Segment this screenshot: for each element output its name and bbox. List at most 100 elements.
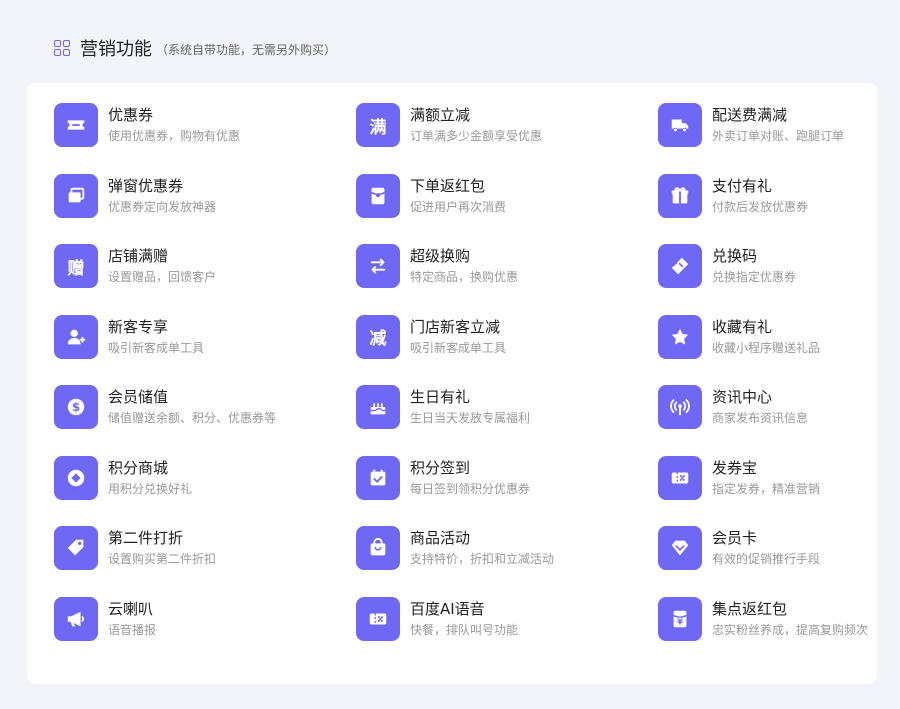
feature-text: 收藏有礼收藏小程序赠送礼品 <box>712 317 820 357</box>
feature-text: 生日有礼生日当天发放专属福利 <box>410 387 530 427</box>
feature-item[interactable]: 发券宝指定发券，精准营销 <box>658 455 858 527</box>
feature-desc: 吸引新客成单工具 <box>108 340 205 355</box>
broadcast-antenna-icon <box>658 385 702 429</box>
feature-text: 门店新客立减 吸引新客成单工具 <box>410 317 506 357</box>
feature-item[interactable]: 百度AI语音快餐，排队叫号功能 <box>356 596 658 668</box>
feature-title: 收藏有礼 <box>712 317 773 336</box>
feature-desc: 促进用户再次消费 <box>410 199 507 214</box>
gift-box-icon <box>658 173 702 218</box>
feature-desc: 使用优惠券，购物有优惠 <box>108 129 241 143</box>
feature-desc: 收藏小程序赠送礼品 <box>712 340 821 355</box>
page-subtitle: （系统自带功能，无需另外购买） <box>156 43 337 57</box>
page-title: 营销功能 <box>80 39 152 60</box>
add-user-icon <box>54 314 98 359</box>
feature-item[interactable]: 下单返红包 促进用户再次消费 <box>356 173 658 245</box>
feature-text: 积分签到 每日签到领积分优惠券 <box>410 458 530 498</box>
feature-item[interactable]: ¥ 集点返红包忠实粉丝养成，提高复购频次 <box>658 596 868 668</box>
grid-icon <box>54 39 71 57</box>
feature-desc: 每日签到领积分优惠券 <box>410 481 531 496</box>
feature-item[interactable]: 优惠券使用优惠券，购物有优惠 <box>54 103 356 174</box>
feature-item[interactable]: 积分商城用积分兑换好礼 <box>54 455 356 527</box>
feature-text: 超级换购 特定商品，换购优惠 <box>410 246 518 286</box>
feature-title: 会员储值 <box>108 388 169 406</box>
feature-title: 兑换码 <box>712 247 758 265</box>
feature-item[interactable]: 商品活动支持特价，折扣和立减活动 <box>356 526 658 597</box>
feature-text: 满额立减 订单满多少金额享受优惠 <box>410 105 542 145</box>
feature-text: 集点返红包忠实粉丝养成，提高复购频次 <box>712 599 868 639</box>
feature-item[interactable]: 第二件打折 设置购买第二件折扣 <box>54 526 356 597</box>
feature-item[interactable]: 新客专享 吸引新客成单工具 <box>54 314 356 386</box>
feature-title: 弹窗优惠券 <box>108 176 184 195</box>
feature-desc: 语音播报 <box>108 622 157 637</box>
feature-desc: 商家发布资讯信息 <box>712 411 809 425</box>
feature-desc: 订单满多少金额享受优惠 <box>410 129 543 143</box>
feature-desc: 设置赠品，回馈客户 <box>108 270 217 284</box>
feature-item[interactable]: 配送费满减 外卖订单对账、跑腿订单 <box>658 103 858 174</box>
feature-item[interactable]: 赠店铺满赠 设置赠品，回馈客户 <box>54 244 356 315</box>
feature-item[interactable]: 弹窗优惠券 优惠券定向发放神器 <box>54 173 356 245</box>
feature-desc: 储值赠送余额、积分、优惠券等 <box>108 411 277 425</box>
feature-title: 集点返红包 <box>712 599 788 618</box>
feature-title: 积分商城 <box>108 458 169 477</box>
svg-text:¥: ¥ <box>677 616 683 626</box>
feature-text: 新客专享 吸引新客成单工具 <box>108 317 204 357</box>
dollar-coin-icon: $ <box>54 385 98 429</box>
feature-title: 百度AI语音 <box>410 599 485 618</box>
feature-desc: 生日当天发放专属福利 <box>410 411 531 425</box>
features-panel: 优惠券使用优惠券，购物有优惠 满满额立减 订单满多少金额享受优惠 配送费满减 外卖订单对… <box>27 83 877 684</box>
feature-item[interactable]: 满满额立减 订单满多少金额享受优惠 <box>356 103 658 174</box>
feature-title: 生日有礼 <box>410 388 471 406</box>
feature-item[interactable]: $ 会员储值储值赠送余额、积分、优惠券等 <box>54 385 356 456</box>
feature-item[interactable]: 收藏有礼收藏小程序赠送礼品 <box>658 314 858 386</box>
feature-item[interactable]: 云喇叭 语音播报 <box>54 596 356 668</box>
feature-desc: 忠实粉丝养成，提高复购频次 <box>712 622 869 637</box>
ai-voice-icon <box>356 596 400 641</box>
feature-desc: 支持特价，折扣和立减活动 <box>410 552 555 566</box>
feature-text: 弹窗优惠券 优惠券定向发放神器 <box>108 176 216 216</box>
feature-item[interactable]: 会员卡 有效的促销推行手段 <box>658 526 858 597</box>
feature-item[interactable]: 减门店新客立减 吸引新客成单工具 <box>356 314 658 386</box>
feature-text: 店铺满赠设置赠品，回馈客户 <box>108 246 216 286</box>
feature-title: 店铺满赠 <box>108 247 169 265</box>
feature-item[interactable]: 积分签到 每日签到领积分优惠券 <box>356 455 658 527</box>
star-icon <box>658 314 702 359</box>
feature-title: 资讯中心 <box>712 388 773 406</box>
feature-text: 支付有礼付款后发放优惠券 <box>712 176 808 216</box>
feature-desc: 设置购买第二件折扣 <box>108 552 217 566</box>
feature-item[interactable]: 资讯中心商家发布资讯信息 <box>658 385 858 456</box>
birthday-cake-icon <box>356 385 400 429</box>
feature-item[interactable]: 超级换购 特定商品，换购优惠 <box>356 244 658 315</box>
feature-item[interactable]: 兑换码 兑换指定优惠券 <box>658 244 858 315</box>
shopping-bag-icon <box>356 526 400 570</box>
full-reduction-icon: 满 <box>356 103 400 147</box>
feature-text: 配送费满减 外卖订单对账、跑腿订单 <box>712 105 844 145</box>
vip-diamond-icon <box>658 526 702 570</box>
feature-title: 优惠券 <box>108 106 154 124</box>
feature-text: 发券宝指定发券，精准营销 <box>712 458 820 498</box>
feature-title: 支付有礼 <box>712 176 773 195</box>
feature-item[interactable]: 支付有礼付款后发放优惠券 <box>658 173 858 245</box>
feature-text: 商品活动支持特价，折扣和立减活动 <box>410 528 554 568</box>
feature-text: 优惠券使用优惠券，购物有优惠 <box>108 105 240 145</box>
feature-text: 资讯中心商家发布资讯信息 <box>712 387 808 427</box>
features-grid: 优惠券使用优惠券，购物有优惠 满满额立减 订单满多少金额享受优惠 配送费满减 外卖订单对… <box>54 103 868 668</box>
feature-desc: 指定发券，精准营销 <box>712 481 821 496</box>
svg-text:$: $ <box>72 400 80 414</box>
page-header: 营销功能 （系统自带功能，无需另外购买） <box>54 36 336 60</box>
delivery-truck-icon <box>658 103 702 147</box>
feature-text: 兑换码 兑换指定优惠券 <box>712 246 796 286</box>
feature-text: 会员储值储值赠送余额、积分、优惠券等 <box>108 387 276 427</box>
reduce-icon: 减 <box>356 314 400 359</box>
exchange-arrows-icon <box>356 244 400 288</box>
feature-title: 发券宝 <box>712 458 758 477</box>
feature-desc: 有效的促销推行手段 <box>712 552 821 566</box>
feature-item[interactable]: 生日有礼生日当天发放专属福利 <box>356 385 658 456</box>
feature-desc: 用积分兑换好礼 <box>108 481 193 496</box>
coupon-icon <box>54 103 98 147</box>
popup-window-icon <box>54 173 98 218</box>
megaphone-icon <box>54 596 98 641</box>
coupon-treasure-icon <box>658 455 702 500</box>
feature-title: 商品活动 <box>410 529 471 547</box>
feature-desc: 快餐，排队叫号功能 <box>410 622 519 637</box>
feature-desc: 付款后发放优惠券 <box>712 199 809 214</box>
